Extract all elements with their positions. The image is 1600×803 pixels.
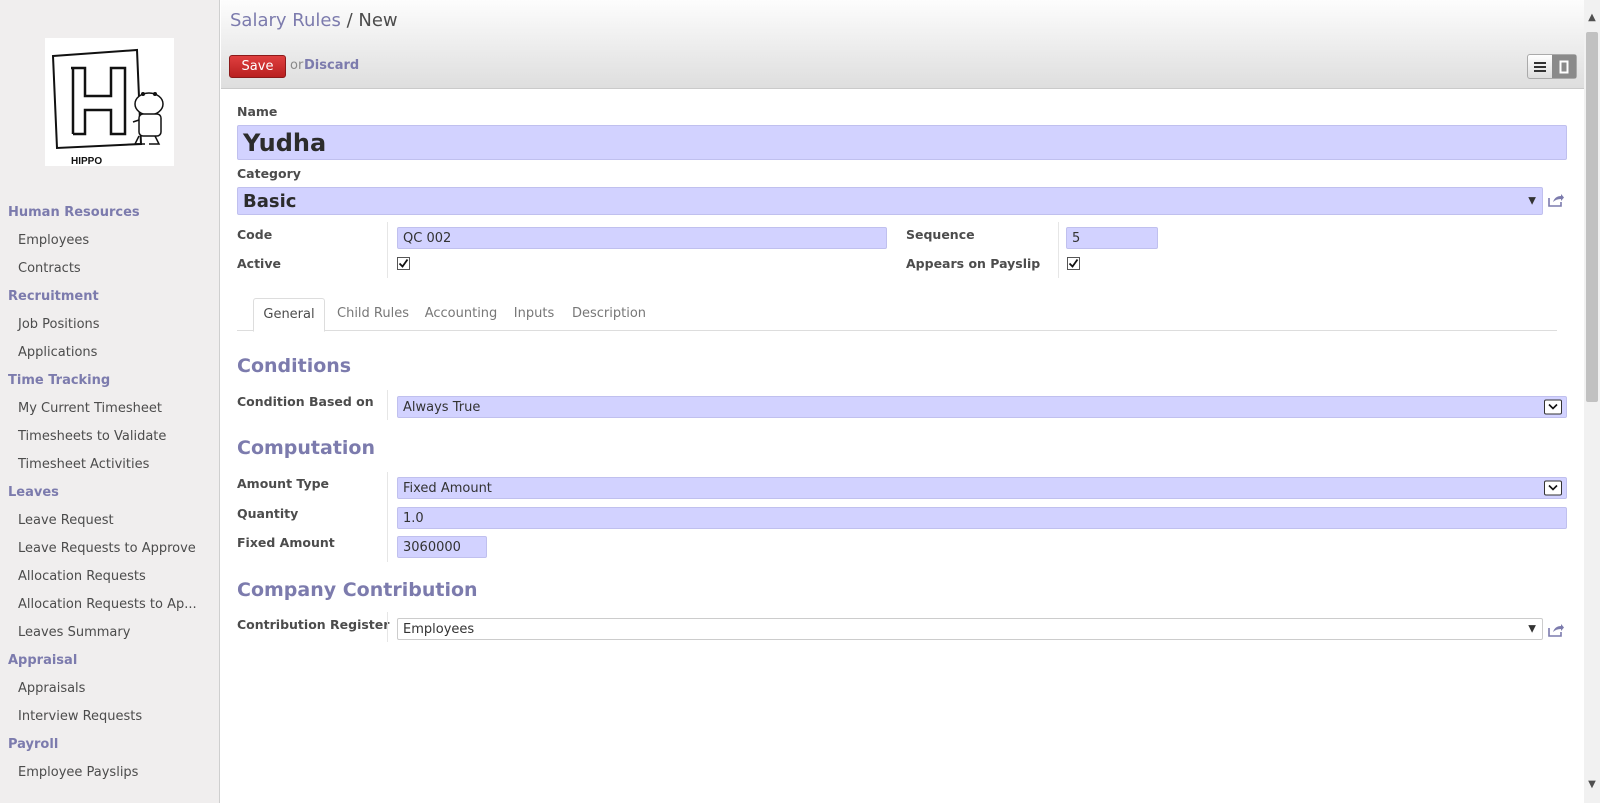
svg-text:HIPPO: HIPPO xyxy=(71,156,102,166)
checkmark-icon xyxy=(1068,258,1079,268)
tab-accounting[interactable]: Accounting xyxy=(423,298,499,331)
sidebar-section-title: Recruitment xyxy=(8,289,99,304)
external-link-icon[interactable] xyxy=(1548,623,1564,637)
discard-button[interactable]: Discard xyxy=(304,58,359,73)
sidebar-menu: Human Resources Employees Contracts Recruit… xyxy=(0,199,220,787)
list-icon xyxy=(1534,61,1546,72)
sidebar-section-title: Leaves xyxy=(8,485,59,500)
code-label: Code xyxy=(237,227,273,242)
contribution-register-value: Employees xyxy=(403,621,475,637)
condition-based-on-select[interactable]: Always True xyxy=(397,396,1567,418)
chevron-down-icon[interactable] xyxy=(1544,480,1562,496)
list-view-button[interactable] xyxy=(1528,55,1552,78)
breadcrumb-salary-rules-link[interactable]: Salary Rules xyxy=(230,10,341,31)
notebook-tabs: General Child Rules Accounting Inputs De… xyxy=(237,298,1557,332)
condition-based-on-value: Always True xyxy=(403,399,481,415)
quantity-input[interactable]: 1.0 xyxy=(397,507,1567,529)
breadcrumb-current: New xyxy=(358,10,398,31)
sidebar-item[interactable]: Timesheet Activities xyxy=(0,451,200,479)
tab-inputs[interactable]: Inputs xyxy=(509,298,559,331)
conditions-section-title: Conditions xyxy=(237,355,352,377)
category-value: Basic xyxy=(243,190,297,212)
sidebar-item[interactable]: Interview Requests xyxy=(0,703,200,731)
sequence-input[interactable]: 5 xyxy=(1066,227,1158,249)
tab-description[interactable]: Description xyxy=(569,298,649,331)
field-separator xyxy=(387,612,388,642)
page-scrollbar[interactable]: ▲ ▼ xyxy=(1584,0,1600,803)
fixed-amount-input[interactable]: 3060000 xyxy=(397,536,487,558)
form-icon xyxy=(1559,60,1569,73)
fixed-amount-label: Fixed Amount xyxy=(237,535,335,550)
checkmark-icon xyxy=(398,258,409,268)
appears-on-payslip-label: Appears on Payslip xyxy=(906,256,1041,271)
amount-type-select[interactable]: Fixed Amount xyxy=(397,477,1567,499)
active-checkbox[interactable] xyxy=(397,257,410,270)
form-view-button[interactable] xyxy=(1552,55,1576,78)
save-button[interactable]: Save xyxy=(229,55,286,78)
sidebar-item[interactable]: Leave Request xyxy=(0,507,200,535)
field-separator xyxy=(387,390,388,420)
active-label: Active xyxy=(237,256,281,271)
company-logo[interactable]: HIPPO xyxy=(45,38,174,167)
sidebar-item[interactable]: Allocation Requests xyxy=(0,563,200,591)
dropdown-arrow-icon[interactable]: ▼ xyxy=(1528,624,1536,635)
sidebar-item[interactable]: Employee Payslips xyxy=(0,759,200,787)
view-switcher xyxy=(1527,54,1577,79)
breadcrumb: Salary Rules / New xyxy=(230,10,398,31)
sidebar-item[interactable]: Employees xyxy=(0,227,200,255)
sidebar-section-title: Payroll xyxy=(8,737,59,752)
sidebar-item[interactable]: Leave Requests to Approve xyxy=(0,535,200,563)
scroll-up-arrow-icon[interactable]: ▲ xyxy=(1584,10,1600,26)
sidebar-item[interactable]: Applications xyxy=(0,339,200,367)
sidebar-section-title: Appraisal xyxy=(8,653,78,668)
sidebar-section-title: Human Resources xyxy=(8,205,140,220)
amount-type-label: Amount Type xyxy=(237,476,330,491)
name-input[interactable]: Yudha xyxy=(237,125,1567,160)
sidebar-item[interactable]: Contracts xyxy=(0,255,200,283)
category-label: Category xyxy=(237,166,301,181)
hippo-logo-icon: HIPPO xyxy=(51,48,164,167)
external-link-icon[interactable] xyxy=(1548,193,1564,207)
sidebar-section-title: Time Tracking xyxy=(8,373,111,388)
company-contribution-section-title: Company Contribution xyxy=(237,579,478,601)
sidebar-item[interactable]: Leaves Summary xyxy=(0,619,200,647)
sidebar-item[interactable]: Timesheets to Validate xyxy=(0,423,200,451)
control-panel: Salary Rules / New Save or Discard xyxy=(221,0,1585,89)
or-text: or xyxy=(290,58,304,73)
sidebar-item[interactable]: Appraisals xyxy=(0,675,200,703)
computation-section-title: Computation xyxy=(237,437,376,459)
sidebar-item[interactable]: Allocation Requests to Ap... xyxy=(0,591,200,619)
scrollbar-thumb[interactable] xyxy=(1586,32,1598,402)
contribution-register-select[interactable]: Employees ▼ xyxy=(397,618,1543,640)
breadcrumb-separator: / xyxy=(346,10,353,31)
field-separator xyxy=(387,222,388,278)
form-sheet: Name Yudha Category Basic ▼ Code QC 002 … xyxy=(221,90,1585,803)
chevron-down-icon[interactable] xyxy=(1544,399,1562,415)
tab-general[interactable]: General xyxy=(253,298,325,332)
appears-on-payslip-checkbox[interactable] xyxy=(1067,257,1080,270)
name-label: Name xyxy=(237,104,278,119)
quantity-label: Quantity xyxy=(237,506,299,521)
field-separator xyxy=(387,472,388,562)
condition-based-on-label: Condition Based on xyxy=(237,394,374,409)
field-separator xyxy=(1058,222,1059,278)
sidebar: HIPPO Human Resources Employees Contracts R… xyxy=(0,0,220,803)
scroll-down-arrow-icon[interactable]: ▼ xyxy=(1584,777,1600,793)
sidebar-item[interactable]: Job Positions xyxy=(0,311,200,339)
contribution-register-label: Contribution Register xyxy=(237,617,390,632)
sidebar-item[interactable]: My Current Timesheet xyxy=(0,395,200,423)
category-select[interactable]: Basic ▼ xyxy=(237,187,1543,215)
amount-type-value: Fixed Amount xyxy=(403,480,492,496)
sequence-label: Sequence xyxy=(906,227,975,242)
tab-child-rules[interactable]: Child Rules xyxy=(333,298,413,331)
code-input[interactable]: QC 002 xyxy=(397,227,887,249)
dropdown-arrow-icon[interactable]: ▼ xyxy=(1528,196,1536,207)
